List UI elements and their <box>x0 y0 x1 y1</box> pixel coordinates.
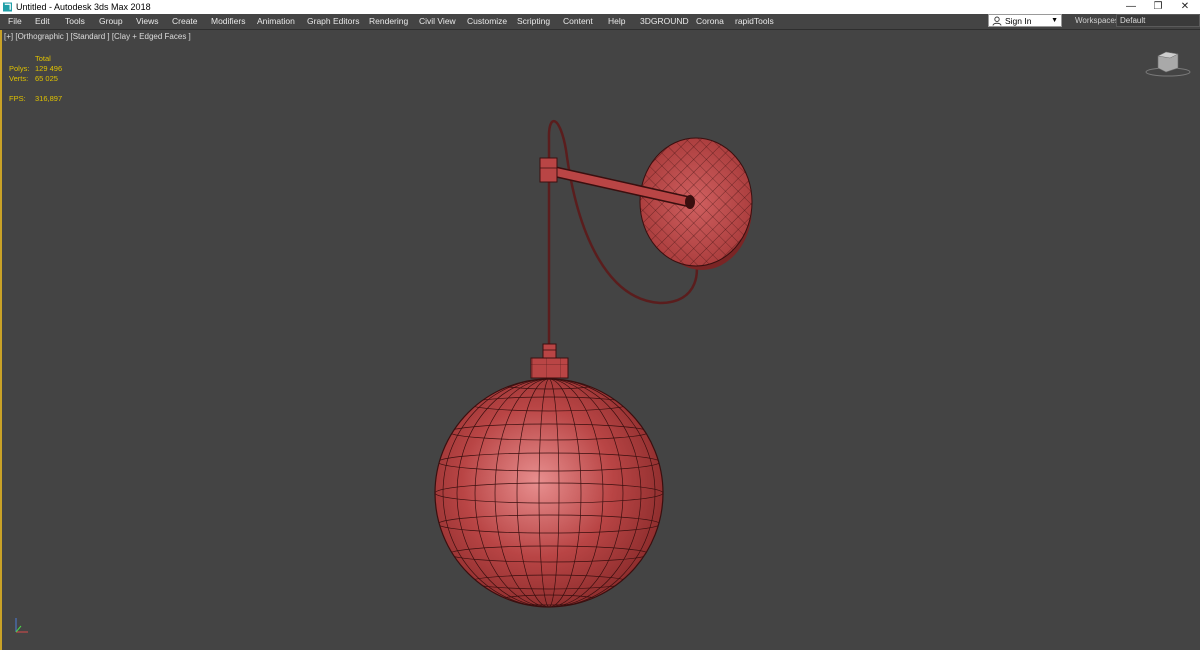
socket-cap <box>530 343 569 379</box>
wall-mount-disc <box>639 137 753 270</box>
glass-sphere <box>434 378 664 608</box>
lamp-model[interactable] <box>0 0 1200 650</box>
arm-joint <box>539 157 558 183</box>
